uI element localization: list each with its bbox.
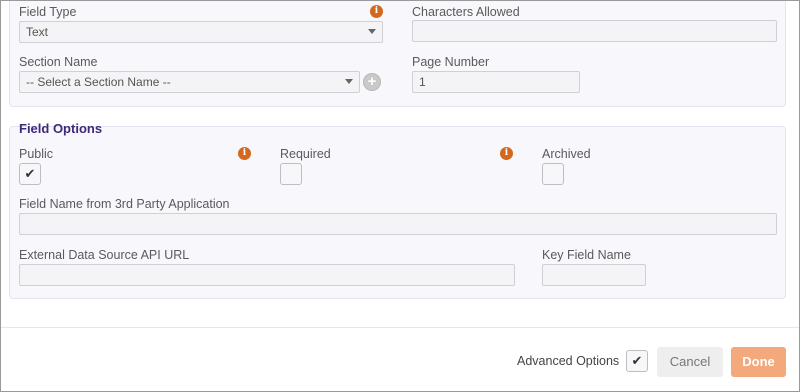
field-type-value: Text [26, 25, 49, 39]
page-number-label: Page Number [412, 55, 490, 69]
archived-checkbox[interactable] [542, 163, 564, 185]
public-checkbox[interactable]: ✔ [19, 163, 41, 185]
chevron-down-icon [368, 29, 376, 34]
field-editor-dialog: Field Type i Text Characters Allowed Sec… [0, 0, 800, 392]
page-number-input[interactable] [412, 71, 580, 93]
public-label: Public [19, 147, 54, 161]
third-party-name-input[interactable] [19, 213, 777, 235]
external-api-url-input[interactable] [19, 264, 515, 286]
section-name-value: -- Select a Section Name -- [26, 75, 171, 89]
done-button[interactable]: Done [731, 347, 786, 377]
third-party-name-label: Field Name from 3rd Party Application [19, 197, 230, 211]
section-name-label: Section Name [19, 55, 98, 69]
field-type-select[interactable]: Text [19, 21, 383, 43]
characters-allowed-input[interactable] [412, 20, 777, 42]
characters-allowed-label: Characters Allowed [412, 5, 520, 19]
footer-divider [1, 327, 799, 328]
key-field-name-label: Key Field Name [542, 248, 631, 262]
checkmark-icon: ✔ [24, 166, 36, 181]
key-field-name-input[interactable] [542, 264, 646, 286]
section-name-select[interactable]: -- Select a Section Name -- [19, 71, 360, 93]
required-label: Required [280, 147, 331, 161]
required-checkbox[interactable] [280, 163, 302, 185]
info-icon[interactable]: i [370, 5, 383, 18]
advanced-options-label: Advanced Options [517, 354, 620, 368]
field-options-title: Field Options [19, 121, 103, 136]
info-icon[interactable]: i [238, 147, 251, 160]
advanced-options-checkbox[interactable]: ✔ [626, 350, 648, 372]
info-icon[interactable]: i [500, 147, 513, 160]
chevron-down-icon [345, 79, 353, 84]
external-api-url-label: External Data Source API URL [19, 248, 190, 262]
cancel-button[interactable]: Cancel [657, 347, 723, 377]
archived-label: Archived [542, 147, 591, 161]
add-section-button[interactable]: + [363, 73, 381, 91]
checkmark-icon: ✔ [631, 353, 643, 368]
field-type-label: Field Type [19, 5, 77, 19]
